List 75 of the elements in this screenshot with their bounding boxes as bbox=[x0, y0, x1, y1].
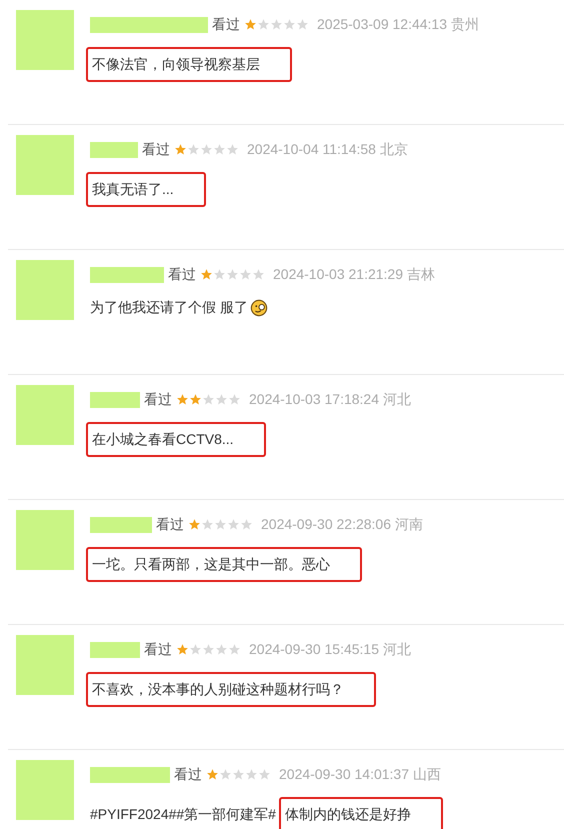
redacted-username bbox=[90, 642, 140, 658]
comment-time: 2025-03-09 12:44:13 bbox=[317, 15, 447, 34]
redacted-username bbox=[90, 516, 152, 532]
star-icon bbox=[227, 518, 240, 531]
star-icon bbox=[188, 518, 201, 531]
comment-time: 2024-10-03 21:21:29 bbox=[273, 265, 403, 284]
star-icon bbox=[215, 393, 228, 406]
star-icon bbox=[296, 18, 309, 31]
star-icon bbox=[244, 18, 257, 31]
watched-label: 看过 bbox=[144, 390, 172, 409]
star-icon bbox=[228, 393, 241, 406]
comment-time: 2024-09-30 15:45:15 bbox=[249, 640, 379, 659]
comment-time: 2024-10-03 17:18:24 bbox=[249, 390, 379, 409]
watched-label: 看过 bbox=[168, 265, 196, 284]
star-icon bbox=[232, 768, 245, 781]
star-icon bbox=[200, 143, 213, 156]
avatar[interactable] bbox=[16, 10, 74, 70]
comment-text: 我真无语了... bbox=[86, 172, 206, 207]
avatar[interactable] bbox=[16, 760, 74, 820]
star-icon bbox=[257, 18, 270, 31]
star-icon bbox=[226, 143, 239, 156]
star-icon bbox=[215, 643, 228, 656]
star-icon bbox=[270, 18, 283, 31]
redacted-username bbox=[90, 142, 138, 158]
comment-location: 河北 bbox=[383, 390, 411, 409]
star-icon bbox=[189, 643, 202, 656]
comment-location: 河南 bbox=[395, 515, 423, 534]
star-icon bbox=[189, 393, 202, 406]
comment-text: 在小城之春看CCTV8... bbox=[86, 422, 266, 457]
star-icon bbox=[176, 643, 189, 656]
star-icon bbox=[202, 643, 215, 656]
comment-time: 2024-10-04 11:14:58 bbox=[247, 140, 376, 159]
star-icon bbox=[213, 268, 226, 281]
star-icon bbox=[174, 143, 187, 156]
star-icon bbox=[219, 768, 232, 781]
avatar[interactable] bbox=[16, 385, 74, 445]
comment-location: 贵州 bbox=[451, 15, 479, 34]
watched-label: 看过 bbox=[156, 515, 184, 534]
comment-text: 不喜欢，没本事的人别碰这种题材行吗？ bbox=[86, 672, 376, 707]
watched-label: 看过 bbox=[174, 765, 202, 784]
star-icon bbox=[213, 143, 226, 156]
redacted-username bbox=[90, 392, 140, 408]
star-icon bbox=[214, 518, 227, 531]
comment-text: #PYIFF2024##第一部何建军# bbox=[90, 805, 276, 824]
watched-label: 看过 bbox=[212, 15, 240, 34]
comment-location: 吉林 bbox=[407, 265, 435, 284]
comment-location: 河北 bbox=[383, 640, 411, 659]
avatar[interactable] bbox=[16, 260, 74, 320]
comment-text: 一坨。只看两部，这是其中一部。恶心 bbox=[86, 547, 362, 582]
star-icon bbox=[226, 268, 239, 281]
comment-location: 山西 bbox=[413, 765, 441, 784]
star-icon bbox=[252, 268, 265, 281]
avatar[interactable] bbox=[16, 635, 74, 695]
watched-label: 看过 bbox=[142, 140, 170, 159]
watched-label: 看过 bbox=[144, 640, 172, 659]
comment-time: 2024-09-30 14:01:37 bbox=[279, 765, 409, 784]
comment-location: 北京 bbox=[380, 140, 408, 159]
star-icon bbox=[283, 18, 296, 31]
star-icon bbox=[176, 393, 189, 406]
avatar[interactable] bbox=[16, 510, 74, 570]
comment-text: 不像法官，向领导视察基层 bbox=[86, 47, 292, 82]
comment-time: 2024-09-30 22:28:06 bbox=[261, 515, 391, 534]
avatar[interactable] bbox=[16, 135, 74, 195]
star-icon bbox=[206, 768, 219, 781]
star-icon bbox=[202, 393, 215, 406]
star-icon bbox=[228, 643, 241, 656]
star-icon bbox=[240, 518, 253, 531]
star-icon bbox=[187, 143, 200, 156]
star-icon bbox=[201, 518, 214, 531]
star-icon bbox=[245, 768, 258, 781]
star-icon bbox=[258, 768, 271, 781]
comment-text: 为了他我还请了个假 服了 bbox=[90, 298, 248, 317]
star-icon bbox=[200, 268, 213, 281]
comment-text: 体制内的钱还是好挣 bbox=[278, 797, 443, 829]
star-icon bbox=[239, 268, 252, 281]
